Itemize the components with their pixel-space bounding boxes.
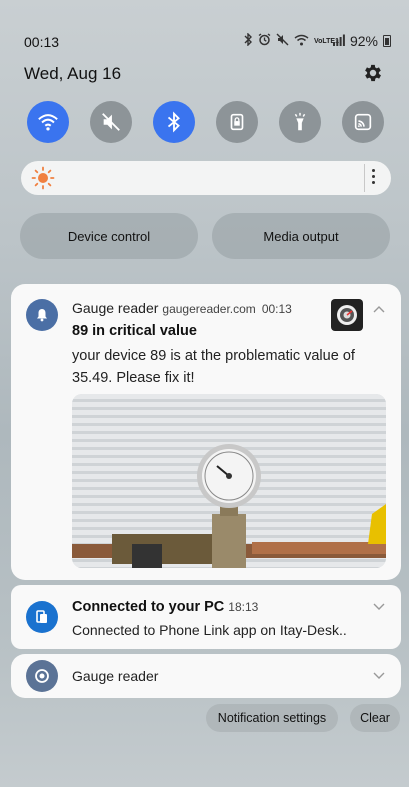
mute-icon xyxy=(102,113,120,131)
cast-icon xyxy=(354,113,372,131)
status-icons: VoLTE1 92% xyxy=(244,32,391,49)
media-output-button[interactable]: Media output xyxy=(212,213,390,259)
brightness-more-icon[interactable] xyxy=(372,169,375,184)
notification-time: 18:13 xyxy=(228,600,259,614)
expand-chevron-down-icon[interactable] xyxy=(373,672,385,680)
status-bar: 00:13 VoLTE1 92% xyxy=(0,0,409,56)
wifi-icon xyxy=(38,114,58,131)
notification-settings-button[interactable]: Notification settings xyxy=(206,704,338,732)
battery-percent: 92% xyxy=(349,33,378,49)
notification-title-text: Connected to your PC xyxy=(72,599,225,615)
settings-gear-icon[interactable] xyxy=(362,62,384,84)
bluetooth-toggle[interactable] xyxy=(153,101,195,143)
notification-source: gaugereader.com xyxy=(162,302,256,316)
wifi-icon xyxy=(294,34,309,49)
sun-icon xyxy=(31,166,55,190)
expand-chevron-down-icon[interactable] xyxy=(373,603,385,611)
notification-title: Connected to your PC 18:13 xyxy=(72,599,258,615)
status-time: 00:13 xyxy=(24,34,60,50)
network-type-label: VoLTE1 xyxy=(313,37,339,45)
wifi-toggle[interactable] xyxy=(27,101,69,143)
cast-toggle[interactable] xyxy=(342,101,384,143)
battery-icon xyxy=(383,35,391,47)
notification-title: 89 in critical value xyxy=(72,323,197,339)
notification-header: Gauge reader gaugereader.com 00:13 xyxy=(72,300,292,316)
notification-connected-pc[interactable]: Connected to your PC 18:13 Connected to P… xyxy=(11,585,401,649)
notification-body: your device 89 is at the problematic val… xyxy=(72,348,355,386)
bluetooth-icon xyxy=(244,32,253,49)
brightness-slider[interactable] xyxy=(21,161,391,195)
gauge-photo xyxy=(72,394,386,568)
notification-body: Connected to Phone Link app on Itay-Desk… xyxy=(72,622,347,638)
bluetooth-icon xyxy=(167,111,180,133)
notification-gauge-critical[interactable]: Gauge reader gaugereader.com 00:13 89 in c… xyxy=(11,284,401,580)
app-name: Gauge reader xyxy=(72,668,159,684)
date-label: Wed, Aug 16 xyxy=(24,64,122,83)
alarm-icon xyxy=(258,33,271,49)
collapse-chevron-up-icon[interactable] xyxy=(373,305,385,313)
clear-button[interactable]: Clear xyxy=(350,704,400,732)
chrome-icon xyxy=(26,660,58,692)
notification-time: 00:13 xyxy=(261,302,292,316)
flashlight-icon xyxy=(294,112,306,131)
flashlight-toggle[interactable] xyxy=(279,101,321,143)
lock-icon xyxy=(230,113,244,131)
signal-icon xyxy=(332,34,345,49)
notification-gauge-reader-collapsed[interactable]: Gauge reader xyxy=(11,654,401,698)
phone-link-icon xyxy=(26,601,58,633)
bell-icon xyxy=(26,299,58,331)
mute-icon xyxy=(276,33,289,49)
slider-divider xyxy=(364,164,365,192)
rotation-lock-toggle[interactable] xyxy=(216,101,258,143)
app-thumbnail-icon xyxy=(331,299,363,331)
app-name: Gauge reader xyxy=(72,300,159,316)
device-control-button[interactable]: Device control xyxy=(20,213,198,259)
sound-toggle[interactable] xyxy=(90,101,132,143)
quick-settings-toggles xyxy=(27,101,384,143)
